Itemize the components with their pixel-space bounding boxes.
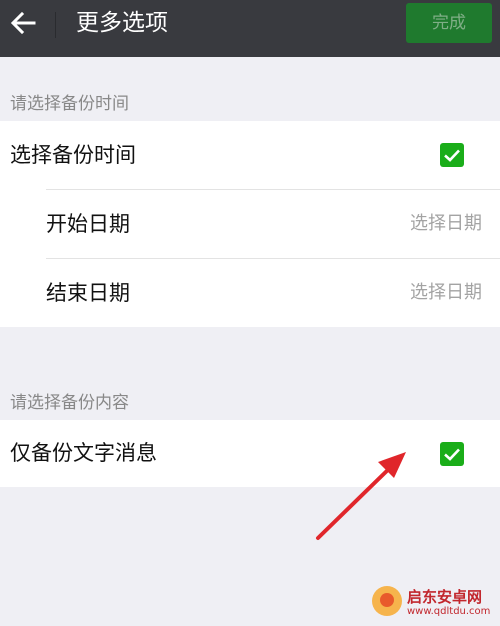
select-backup-time-row[interactable]: 选择备份时间	[0, 121, 500, 189]
start-date-label: 开始日期	[46, 212, 130, 236]
end-date-value[interactable]: 选择日期	[410, 259, 482, 327]
checkmark-icon	[444, 149, 460, 162]
select-backup-time-label: 选择备份时间	[10, 143, 136, 167]
header-divider	[55, 12, 56, 38]
end-date-row[interactable]: 结束日期 选择日期	[0, 259, 500, 327]
watermark: 启东安卓网 www.qdltdu.com	[370, 580, 500, 626]
end-date-label: 结束日期	[46, 281, 130, 305]
checkmark-icon	[444, 448, 460, 461]
top-bar: 更多选项 完成	[0, 0, 500, 57]
page-title: 更多选项	[76, 10, 168, 36]
section-label-backup-content: 请选择备份内容	[10, 393, 129, 413]
text-only-checkbox[interactable]	[440, 442, 464, 466]
select-backup-time-checkbox[interactable]	[440, 143, 464, 167]
watermark-url: www.qdltdu.com	[407, 606, 491, 617]
text-only-row[interactable]: 仅备份文字消息	[0, 420, 500, 487]
start-date-value[interactable]: 选择日期	[410, 190, 482, 258]
section-label-backup-time: 请选择备份时间	[10, 94, 129, 114]
backup-content-group: 仅备份文字消息	[0, 420, 500, 487]
done-button[interactable]: 完成	[406, 3, 492, 43]
start-date-row[interactable]: 开始日期 选择日期	[0, 190, 500, 258]
back-arrow-icon[interactable]	[8, 8, 38, 38]
watermark-brand: 启东安卓网	[407, 588, 483, 606]
watermark-logo-icon	[372, 586, 402, 616]
text-only-label: 仅备份文字消息	[10, 441, 157, 465]
backup-time-group: 选择备份时间 开始日期 选择日期 结束日期 选择日期	[0, 121, 500, 327]
